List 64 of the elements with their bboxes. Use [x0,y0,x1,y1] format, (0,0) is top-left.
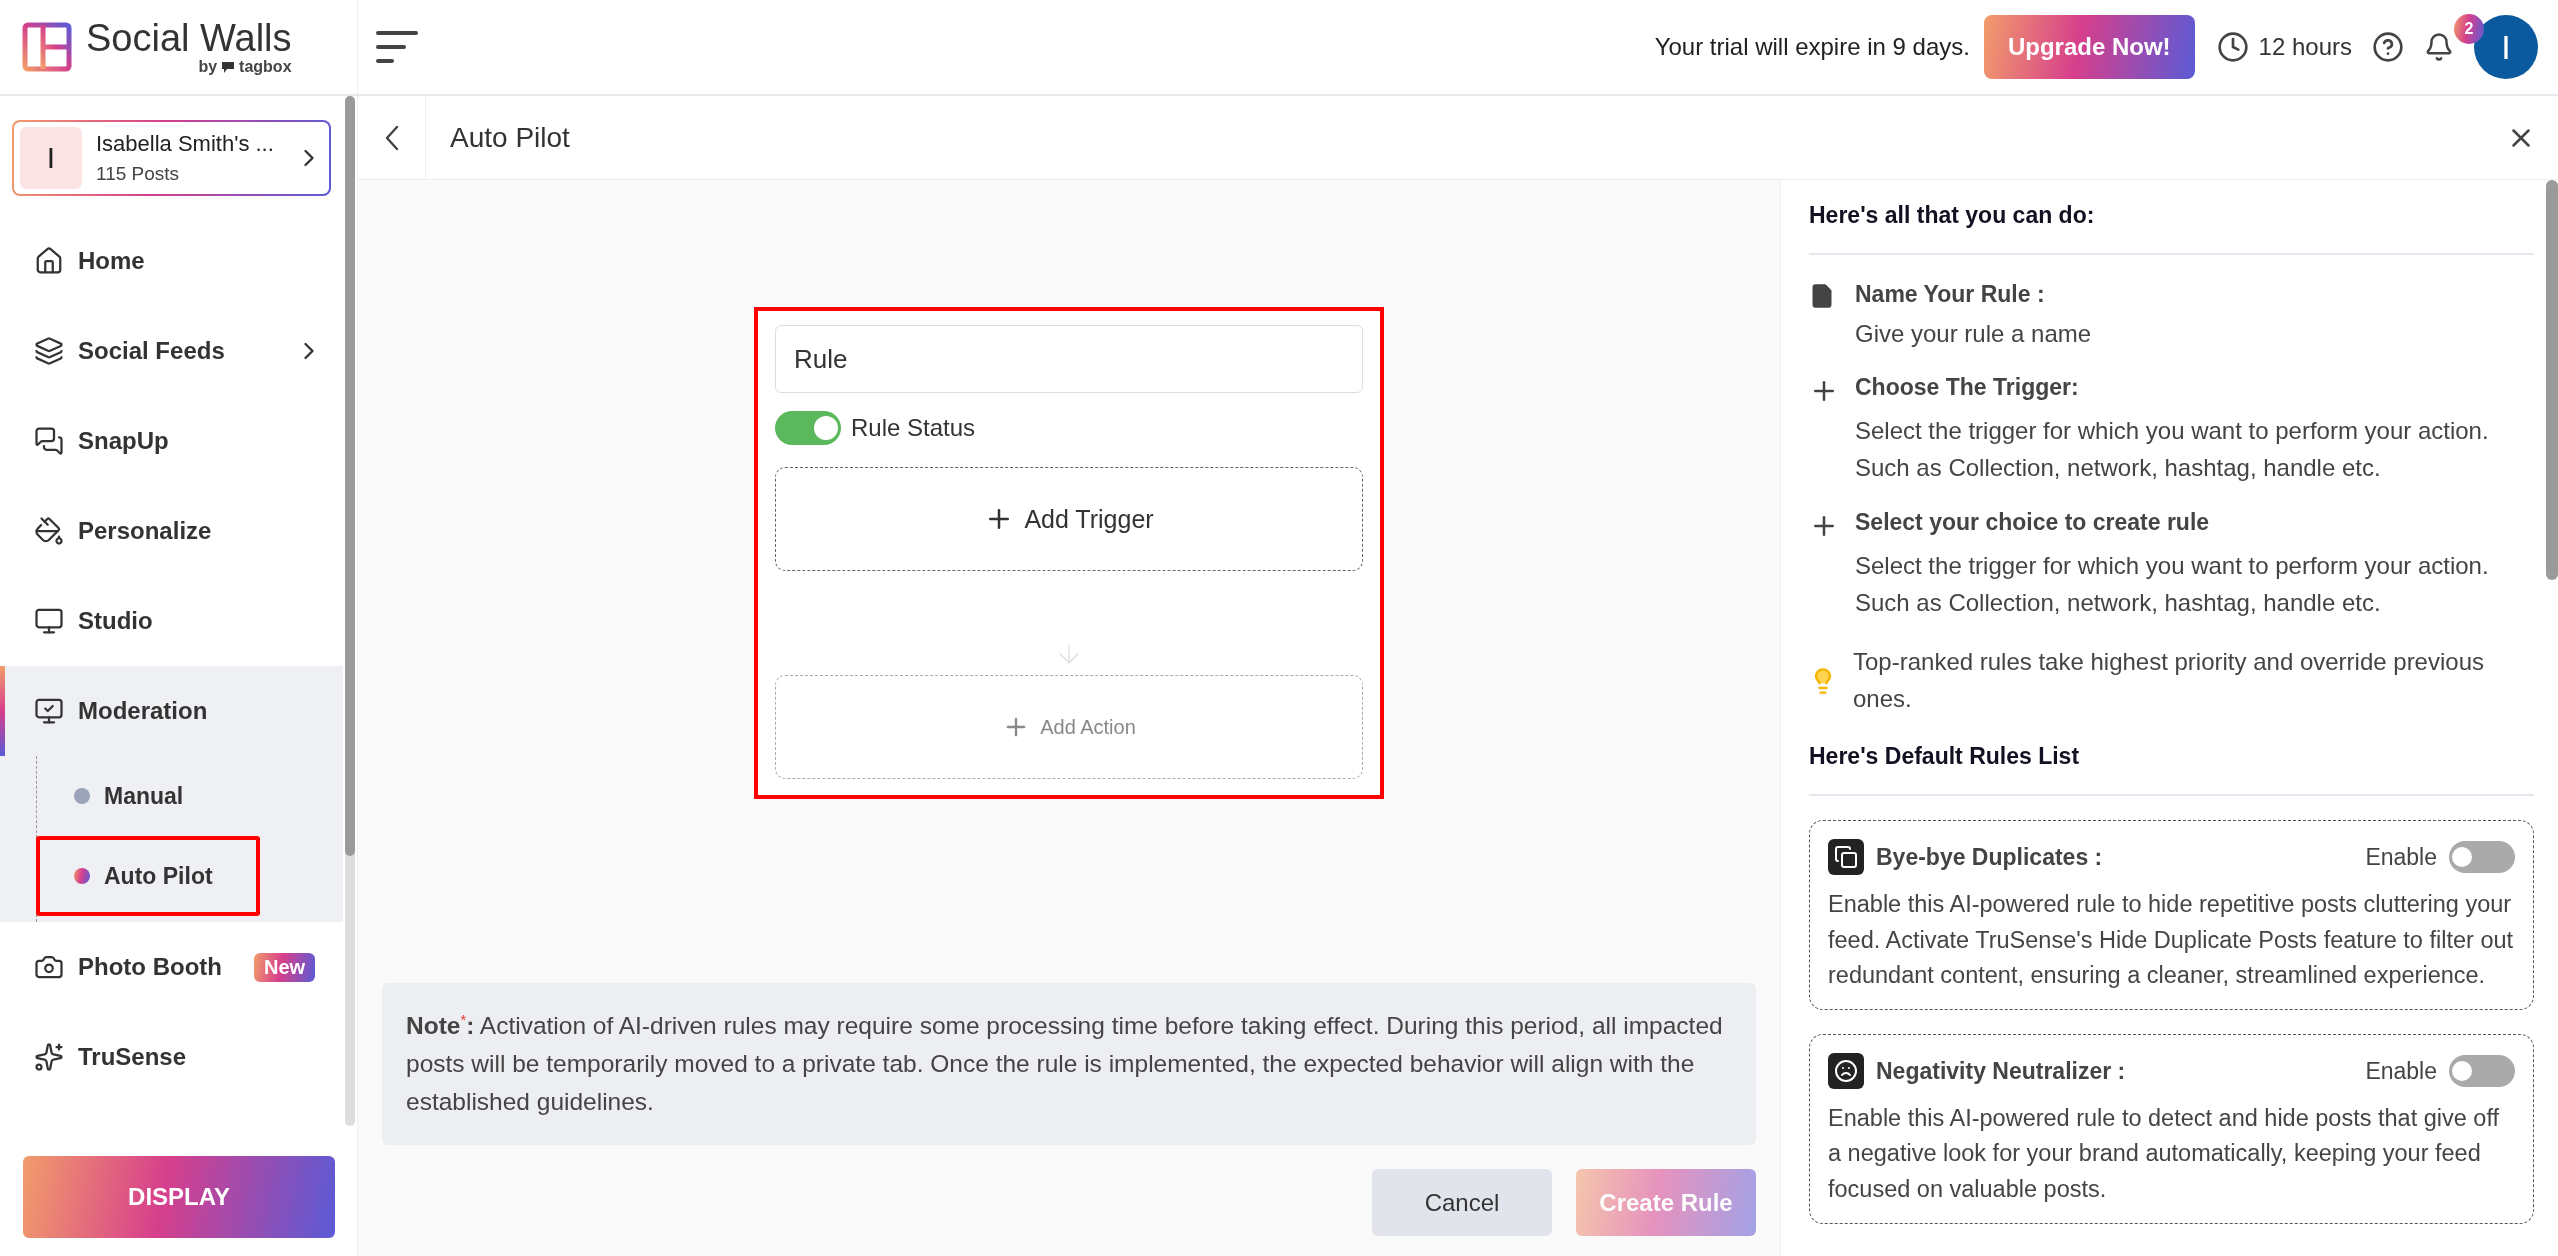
tip-text: Top-ranked rules take highest priority and override previous ones. [1853,646,2485,715]
user-avatar[interactable]: I [2474,15,2538,79]
nav-item[interactable]: Photo Booth New [5,922,343,1012]
help-title: Here's all that you can do: [1809,180,2534,255]
nav-item[interactable]: TruSense [5,1012,343,1102]
copy-icon [1828,839,1864,876]
rule-title: Bye-bye Duplicates : [1876,843,2104,871]
monitor-check-icon [34,696,64,726]
notifications-button[interactable] [2424,32,2454,62]
frown-icon [1828,1053,1864,1090]
scrollbar[interactable] [2546,180,2558,580]
nav-item[interactable]: Studio [5,576,343,666]
notification-count: 2 [2454,14,2484,44]
cancel-button[interactable]: Cancel [1372,1169,1552,1236]
sparkles-icon [34,1042,64,1072]
nav-item[interactable]: Social Feeds [5,306,343,396]
enable-label: Enable [2365,1057,2437,1085]
rule-status-toggle[interactable] [775,411,841,445]
new-badge: New [253,952,316,982]
add-trigger-button[interactable]: Add Trigger [775,467,1363,571]
brand-byline: by [198,59,218,75]
logo-icon [22,22,72,72]
upgrade-button[interactable]: Upgrade Now! [1983,15,2195,79]
note-text: Note$^{*}$: Activation of AI-driven rules may require some processing time before taking effect. During this period, all impacted posts will be temporarily moved to a private tab. Once the rule is implemented, the expected behavior will align with the established guidelines. [382,983,1756,1145]
nav-subitem[interactable]: Manual [36,756,260,836]
menu-button[interactable] [376,29,418,65]
rule-status-label: Rule Status [851,414,976,442]
page-title: Auto Pilot [450,121,571,154]
enable-toggle[interactable] [2449,841,2515,874]
brand-name: Social Walls [86,19,292,57]
home-icon [34,246,64,276]
paint-bucket-icon [34,516,64,546]
nav-item[interactable]: SnapUp [5,396,343,486]
help-item-title: Name Your Rule : [1855,281,2046,309]
layers-icon [34,336,64,366]
help-button[interactable] [2372,31,2404,63]
chevron-left-icon [384,124,399,151]
enable-toggle[interactable] [2449,1055,2515,1088]
help-item-text: Give your rule a name [1855,319,2093,349]
trial-notice: Your trial will expire in 9 days. [1654,33,1970,61]
rule-description: Enable this AI-powered rule to detect and hide posts that give off a negative look for your brand automatically, keeping your feed focused on valuable posts. [1828,1104,2501,1204]
display-button[interactable]: DISPLAY [23,1156,335,1238]
help-item-title: Select your choice to create rule [1855,508,2211,537]
hours-remaining: 12 hours [2258,33,2352,61]
rule-name-field[interactable]: Rule [775,325,1363,393]
nav-subitem[interactable]: Auto Pilot [36,836,260,916]
nav-item[interactable]: Moderation [5,666,343,756]
bell-icon [2424,32,2454,62]
account-switcher[interactable]: I Isabella Smith's ... 115 Posts [12,120,331,196]
help-icon [2372,31,2404,63]
clock-icon [2216,31,2249,63]
partner-name: tagbox [239,59,292,75]
help-item-title: Choose The Trigger: [1855,374,2080,403]
help-item-text: Select the trigger for which you want to perform your action. Such as Collection, network, hashtag, handle etc. [1855,550,2490,618]
chat-icon [34,426,64,456]
rule-title: Negativity Neutralizer : [1876,1057,2127,1085]
rules-list-title: Here's Default Rules List [1809,743,2534,797]
rule-description: Enable this AI-powered rule to hide repetitive posts cluttering your feed. Activate TruSense's Hide Duplicate Posts feature to filter out redundant content, ensuring a cleaner, streamlined experience. [1828,890,2515,990]
help-item-text: Select the trigger for which you want to perform your action. Such as Collection, network, hashtag, handle etc. [1855,416,2490,484]
nav-item[interactable]: Home [5,216,343,306]
nav-item[interactable]: Personalize [5,486,343,576]
enable-label: Enable [2365,843,2437,871]
scrollbar[interactable] [345,96,355,1126]
monitor-icon [34,606,64,636]
